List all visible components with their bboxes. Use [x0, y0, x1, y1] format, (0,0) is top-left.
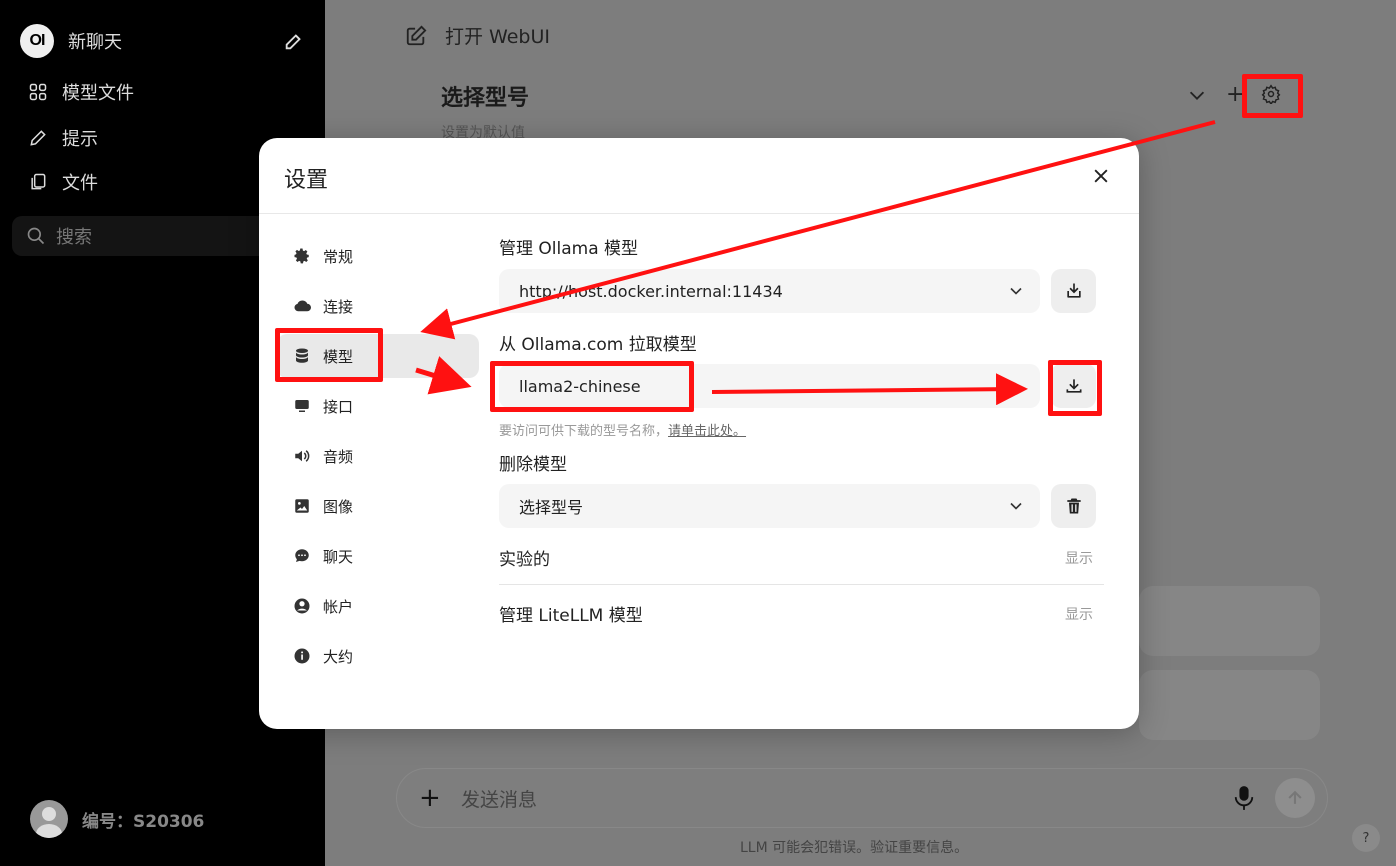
update-models-button[interactable]	[1051, 269, 1096, 313]
suggestion-card[interactable]	[1139, 586, 1320, 656]
tab-images[interactable]: 图像	[277, 484, 479, 528]
tab-label: 连接	[323, 297, 354, 316]
tab-label: 帐户	[323, 597, 354, 616]
search-icon	[27, 227, 45, 245]
manage-ollama-label: 管理 Ollama 模型	[499, 239, 639, 259]
modal-title: 设置	[284, 168, 329, 193]
edit-icon[interactable]	[405, 25, 427, 47]
annotation-box-gear	[1242, 74, 1303, 118]
trash-icon	[1066, 498, 1081, 514]
tab-connections[interactable]: 连接	[277, 284, 479, 328]
app-title: 打开 WebUI	[445, 26, 550, 48]
chat-bubble-icon	[295, 549, 309, 562]
monitor-icon	[295, 400, 309, 412]
avatar	[30, 800, 68, 838]
annotation-box-pull-button	[1048, 360, 1102, 416]
sidebar-item-files[interactable]: 文件	[28, 167, 98, 197]
chat-input-bar[interactable]: + 发送消息	[396, 768, 1328, 828]
help-button[interactable]: ?	[1352, 824, 1380, 852]
gear-icon	[294, 248, 309, 264]
sidebar-item-label: 提示	[62, 129, 98, 150]
microphone-icon[interactable]	[1233, 785, 1255, 811]
suggestion-card[interactable]	[1139, 670, 1320, 740]
arrow-up-icon	[1288, 790, 1302, 804]
attach-button[interactable]: +	[419, 783, 441, 813]
app-title-bar: 打开 WebUI	[405, 22, 550, 49]
annotation-box-pull-input	[490, 361, 694, 412]
experimental-toggle[interactable]: 显示	[1065, 548, 1093, 568]
modal-divider	[259, 213, 1139, 214]
tab-audio[interactable]: 音频	[277, 434, 479, 478]
tab-account[interactable]: 帐户	[277, 584, 479, 628]
delete-model-value: 选择型号	[519, 498, 584, 517]
chat-input[interactable]: 发送消息	[461, 785, 1233, 812]
tab-label: 常规	[323, 247, 354, 266]
user-menu[interactable]: 编号：S20306	[30, 800, 204, 838]
sidebar-header[interactable]: OI 新聊天	[20, 24, 305, 58]
litellm-toggle[interactable]: 显示	[1065, 604, 1093, 624]
search-placeholder: 搜索	[56, 227, 92, 248]
chevron-down-icon[interactable]	[1186, 84, 1208, 106]
chevron-down-icon	[1010, 287, 1022, 295]
new-chat-label[interactable]: 新聊天	[68, 28, 122, 54]
experimental-label: 实验的	[499, 550, 550, 570]
tab-general[interactable]: 常规	[277, 234, 479, 278]
section-divider	[499, 584, 1104, 585]
grid-icon	[29, 83, 47, 101]
pull-model-hint: 要访问可供下载的型号名称，请单击此处。	[499, 420, 746, 439]
sidebar-item-label: 模型文件	[62, 83, 134, 104]
sidebar-item-label: 文件	[62, 173, 98, 194]
sidebar-item-modelfiles[interactable]: 模型文件	[28, 77, 134, 107]
tab-label: 接口	[323, 397, 354, 416]
tab-label: 图像	[323, 497, 354, 516]
close-icon[interactable]	[1091, 166, 1111, 186]
litellm-label: 管理 LiteLLM 模型	[499, 606, 643, 626]
chevron-down-icon	[1010, 502, 1022, 510]
tab-about[interactable]: 大约	[277, 634, 479, 678]
cloud-icon	[294, 300, 311, 312]
model-list-link[interactable]: 请单击此处。	[668, 424, 746, 439]
download-tray-icon	[1066, 283, 1081, 298]
footer-disclaimer: LLM 可能会犯错误。验证重要信息。	[740, 840, 969, 856]
hint-text: 要访问可供下载的型号名称，	[499, 424, 669, 439]
files-icon	[31, 173, 46, 190]
delete-model-select[interactable]: 选择型号	[499, 484, 1040, 528]
account-icon	[294, 598, 310, 614]
user-name: 编号：S20306	[82, 811, 205, 832]
ollama-url-value: http://host.docker.internal:11434	[519, 281, 783, 301]
speaker-icon	[295, 450, 310, 462]
pull-model-label: 从 Ollama.com 拉取模型	[499, 335, 697, 355]
pencil-icon	[30, 130, 46, 146]
info-icon	[294, 648, 310, 664]
annotation-box-models-tab	[275, 328, 383, 382]
settings-modal: 设置 常规 连接 模型 接口 音频 图像 聊天 帐户 大约 管理 Ollama …	[259, 138, 1139, 729]
image-icon	[295, 499, 309, 513]
sidebar-item-prompts[interactable]: 提示	[28, 123, 98, 153]
tab-label: 大约	[323, 647, 354, 666]
delete-model-label: 删除模型	[499, 455, 567, 475]
send-button[interactable]	[1275, 778, 1315, 818]
tab-label: 音频	[323, 447, 354, 466]
tab-label: 聊天	[323, 547, 354, 566]
model-select-title[interactable]: 选择型号	[441, 80, 529, 112]
tab-chats[interactable]: 聊天	[277, 534, 479, 578]
edit-icon[interactable]	[283, 30, 305, 52]
ollama-url-select[interactable]: http://host.docker.internal:11434	[499, 269, 1040, 313]
tab-interface[interactable]: 接口	[277, 384, 479, 428]
delete-model-button[interactable]	[1051, 484, 1096, 528]
app-logo: OI	[20, 24, 54, 58]
